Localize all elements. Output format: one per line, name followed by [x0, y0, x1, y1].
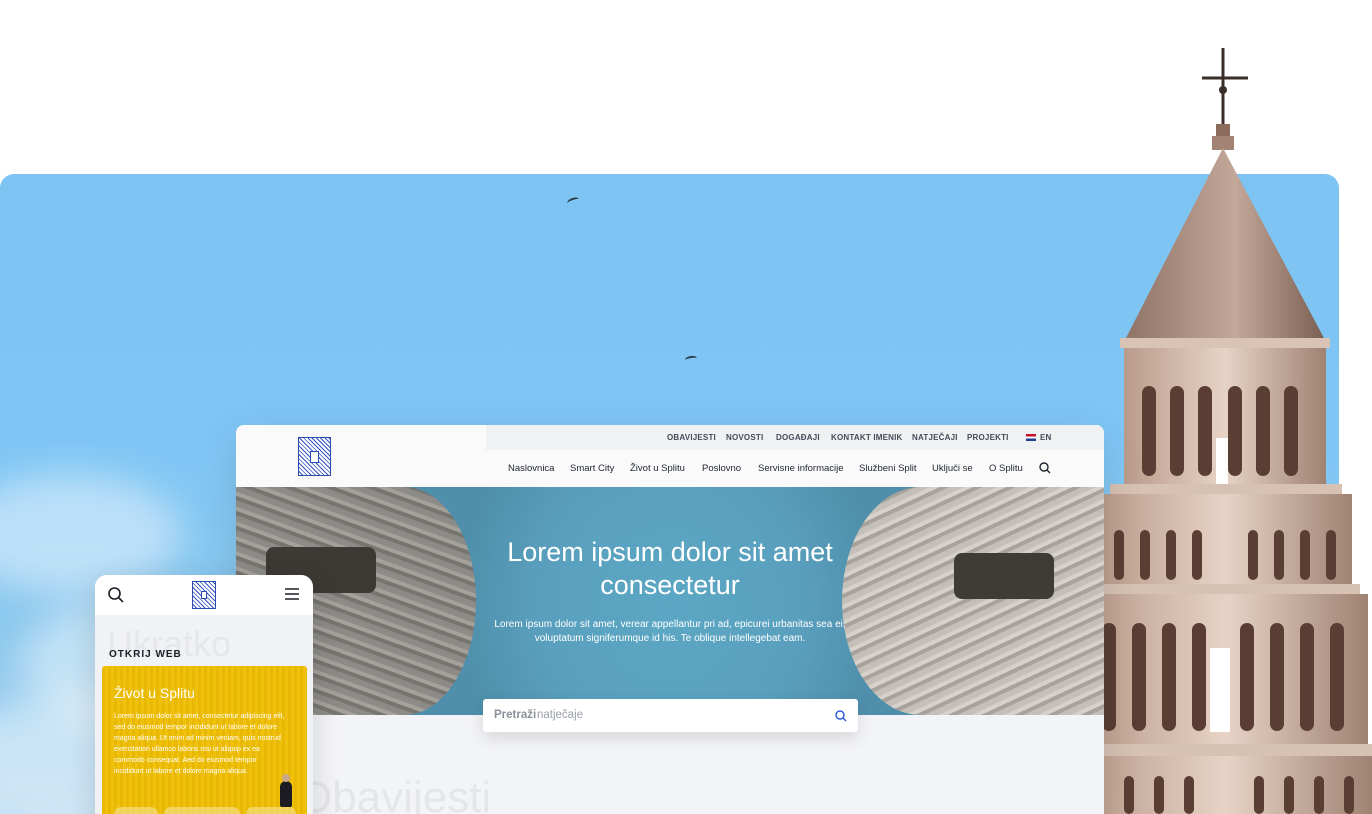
person-figure: [280, 774, 292, 807]
card-tag[interactable]: [246, 807, 296, 814]
city-logo[interactable]: [298, 437, 331, 476]
search-label-rest: natječaje: [537, 709, 584, 721]
feature-card-zivot-u-splitu[interactable]: Život u Splitu Lorem ipsum dolor sit ame…: [102, 666, 307, 814]
hamburger-menu-icon[interactable]: [285, 588, 299, 600]
language-switch[interactable]: EN: [1040, 433, 1052, 442]
nav-ukljuci-se[interactable]: Uključi se: [932, 463, 973, 474]
utility-link-kontakt-imenik[interactable]: KONTAKT IMENIK: [831, 433, 903, 442]
card-tag[interactable]: [164, 807, 240, 814]
nav-naslovnica[interactable]: Naslovnica: [508, 463, 554, 474]
hero-subtitle: Lorem ipsum dolor sit amet, verear appel…: [494, 619, 846, 644]
site-header: OBAVIJESTI NOVOSTI DOGAĐAJI KONTAKT IMEN…: [236, 425, 1104, 487]
bird: [566, 196, 580, 206]
hero-banner: Lorem ipsum dolor sit amet consectetur L…: [236, 487, 1104, 715]
uk-flag-icon[interactable]: [1026, 434, 1036, 441]
nav-zivot-u-splitu[interactable]: Život u Splitu: [630, 463, 685, 474]
bell-tower-illustration: [1080, 48, 1372, 814]
nav-smart-city[interactable]: Smart City: [570, 463, 614, 474]
bird: [684, 355, 698, 363]
nav-sluzbeni-split[interactable]: Službeni Split: [859, 463, 917, 474]
logo-shield-icon: [200, 591, 208, 600]
mobile-eyebrow: OTKRIJ WEB: [109, 649, 182, 660]
utility-link-dogadaji[interactable]: DOGAĐAJI: [776, 433, 820, 442]
card-title: Život u Splitu: [114, 685, 195, 701]
search-icon[interactable]: [1039, 462, 1051, 474]
utility-link-novosti[interactable]: NOVOSTI: [726, 433, 763, 442]
search-label-bold: Pretraži: [494, 709, 537, 721]
search-icon[interactable]: [108, 587, 124, 603]
utility-link-obavijesti[interactable]: OBAVIJESTI: [667, 433, 716, 442]
tender-search-bar[interactable]: Pretraži natječaje: [483, 699, 858, 732]
mobile-mockup: Ukratko OTKRIJ WEB Život u Splitu Lorem …: [95, 575, 313, 814]
hero-title: Lorem ipsum dolor sit amet consectetur: [507, 537, 833, 600]
section-ghost-title: Obavijesti: [298, 773, 492, 814]
nav-poslovno[interactable]: Poslovno: [702, 463, 741, 474]
stone-arch-right: [842, 487, 1104, 715]
desktop-mockup: OBAVIJESTI NOVOSTI DOGAĐAJI KONTAKT IMEN…: [236, 425, 1104, 814]
card-body: Lorem ipsum dolor sit amet, consectetur …: [114, 713, 285, 775]
mobile-header: [95, 575, 313, 615]
logo-shield-icon: [309, 450, 320, 463]
search-icon[interactable]: [835, 710, 847, 722]
utility-link-projekti[interactable]: PROJEKTI: [967, 433, 1009, 442]
wooden-beam-right: [954, 553, 1054, 599]
nav-o-splitu[interactable]: O Splitu: [989, 463, 1023, 474]
city-logo[interactable]: [192, 581, 216, 609]
nav-servisne-informacije[interactable]: Servisne informacije: [758, 463, 844, 474]
card-tag[interactable]: [114, 807, 158, 814]
utility-link-natjecaji[interactable]: NATJEČAJI: [912, 433, 958, 442]
